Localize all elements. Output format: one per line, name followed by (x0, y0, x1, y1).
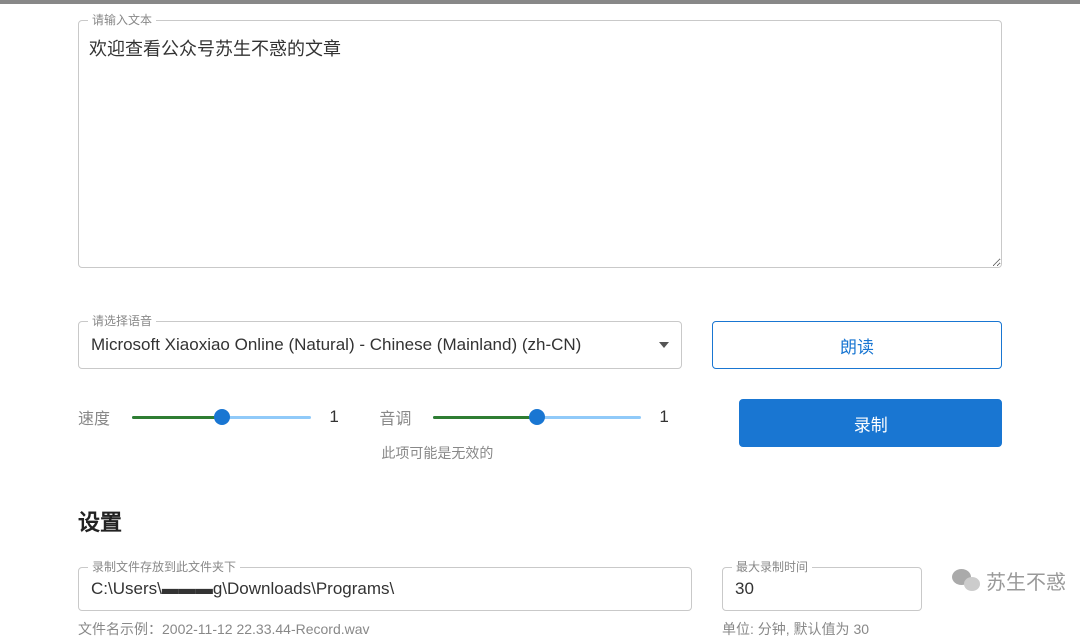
save-path-label: 录制文件存放到此文件夹下 (88, 558, 240, 575)
speed-slider[interactable] (132, 408, 311, 426)
speed-value: 1 (329, 407, 349, 427)
text-input-label: 请输入文本 (88, 11, 156, 28)
max-time-hint: 单位: 分钟, 默认值为 30 (722, 619, 922, 639)
max-time-label: 最大录制时间 (732, 558, 812, 575)
settings-heading: 设置 (78, 505, 1002, 537)
record-button[interactable]: 录制 (739, 399, 1002, 447)
pitch-slider[interactable] (433, 408, 641, 426)
voice-selected-value: Microsoft Xiaoxiao Online (Natural) - Ch… (91, 335, 581, 355)
pitch-hint: 此项可能是无效的 (381, 443, 679, 463)
voice-select-label: 请选择语音 (88, 312, 156, 329)
save-path-hint: 文件名示例：2002-11-12 22.33.44-Record.wav (78, 619, 692, 639)
pitch-value: 1 (659, 407, 679, 427)
watermark: 苏生不惑 (950, 565, 1066, 595)
watermark-text: 苏生不惑 (986, 566, 1066, 595)
chevron-down-icon (659, 342, 669, 348)
pitch-label: 音调 (379, 405, 415, 429)
read-button[interactable]: 朗读 (712, 321, 1002, 369)
voice-select[interactable]: 请选择语音 Microsoft Xiaoxiao Online (Natural… (78, 321, 682, 369)
text-input[interactable] (78, 20, 1002, 268)
wechat-icon (950, 565, 980, 595)
speed-label: 速度 (78, 405, 114, 429)
